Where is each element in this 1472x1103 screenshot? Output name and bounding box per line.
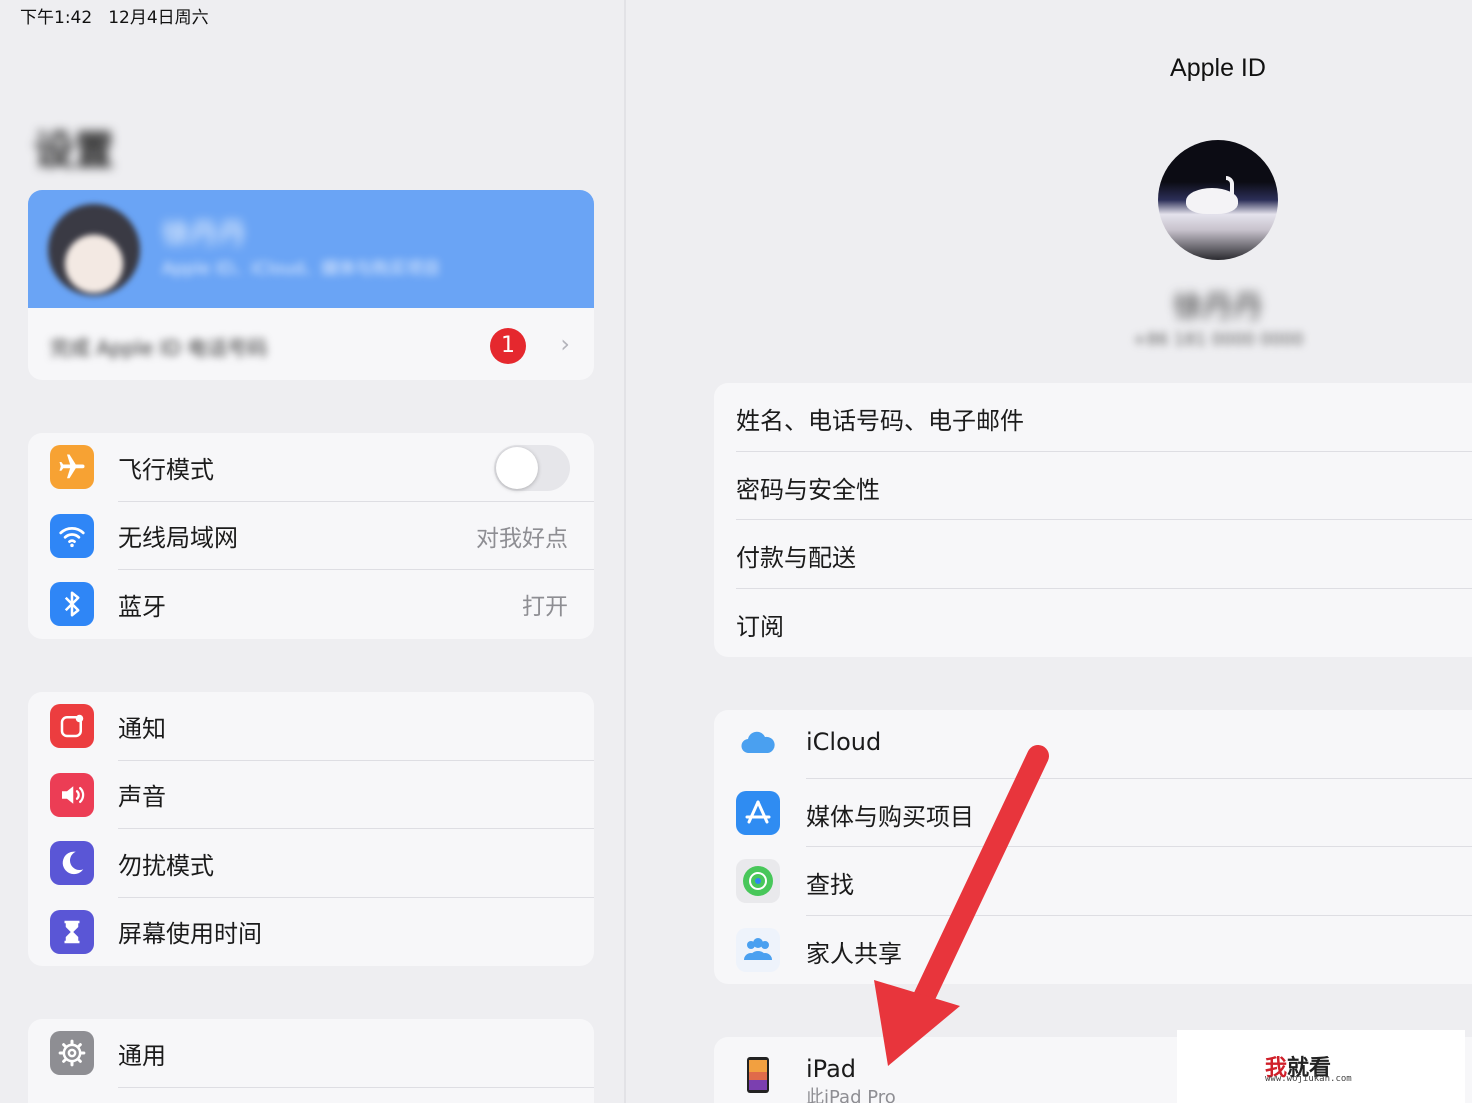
sidebar-item-general[interactable]: 通用 — [28, 1019, 594, 1088]
apple-id-profile-card[interactable]: 徐丹丹 Apple ID、iCloud、媒体与购买项目 — [28, 190, 594, 308]
sidebar-item-do-not-disturb[interactable]: 勿扰模式 — [28, 829, 594, 898]
sidebar-item-wifi[interactable]: 无线局域网 对我好点 — [28, 502, 594, 570]
family-sharing-icon — [736, 927, 780, 972]
sidebar-item-bluetooth[interactable]: 蓝牙 打开 — [28, 570, 594, 639]
find-my-icon — [736, 859, 780, 903]
row-label: iCloud — [806, 728, 882, 756]
airplane-icon — [50, 445, 94, 489]
icloud-row[interactable]: iCloud — [714, 710, 1472, 779]
device-name: iPad — [806, 1055, 857, 1083]
gear-icon — [50, 1031, 94, 1075]
account-name: 徐丹丹 — [1173, 290, 1263, 325]
sidebar-title: 设置 — [34, 128, 114, 174]
row-label: 家人共享 — [806, 939, 902, 968]
sidebar-item-sounds[interactable]: 声音 — [28, 761, 594, 829]
sidebar-item-label: 蓝牙 — [118, 592, 166, 621]
bluetooth-icon — [50, 582, 94, 626]
divider — [118, 1086, 594, 1088]
find-my-row[interactable]: 查找 — [714, 847, 1472, 916]
page-title: Apple ID — [1170, 54, 1266, 82]
swan-neck — [1226, 176, 1234, 204]
profile-photo[interactable] — [1158, 140, 1278, 260]
row-label: 查找 — [806, 871, 854, 899]
sound-icon — [50, 772, 94, 817]
sidebar-item-screen-time[interactable]: 屏幕使用时间 — [28, 898, 594, 967]
row-label: 密码与安全性 — [736, 475, 880, 504]
sidebar-item-label: 通知 — [118, 714, 166, 743]
row-label: 姓名、电话号码、电子邮件 — [736, 407, 1024, 435]
payment-shipping-row[interactable]: 付款与配送 — [714, 520, 1472, 589]
sidebar-item-notifications[interactable]: 通知 — [28, 692, 594, 761]
services-group: iCloud 媒体与购买项目 查找 家人共享 — [714, 710, 1472, 984]
airplane-mode-toggle[interactable] — [494, 445, 570, 491]
connectivity-group: 飞行模式 无线局域网 对我好点 蓝牙 打开 — [28, 433, 594, 639]
suggestion-row[interactable]: 完成 Apple ID 电话号码 1 › — [28, 308, 594, 380]
sidebar-item-label: 声音 — [118, 783, 166, 812]
moon-icon — [50, 841, 94, 885]
row-label: 付款与配送 — [736, 544, 856, 572]
sidebar-item-label: 无线局域网 — [118, 524, 238, 553]
chevron-right-icon: › — [560, 330, 570, 358]
device-subtitle: 此iPad Pro — [806, 1087, 896, 1103]
profile-subtitle: Apple ID、iCloud、媒体与购买项目 — [162, 259, 441, 279]
wifi-icon — [50, 513, 94, 558]
suggestion-text: 完成 Apple ID 电话号码 — [50, 336, 268, 360]
app-store-icon — [736, 790, 780, 835]
sidebar-item-airplane-mode[interactable]: 飞行模式 — [28, 433, 594, 502]
ipad-icon — [736, 1053, 780, 1097]
icloud-icon — [736, 722, 780, 766]
sidebar-item-label: 通用 — [118, 1041, 166, 1070]
toggle-knob — [496, 447, 538, 489]
sidebar-item-label: 勿扰模式 — [118, 851, 214, 880]
notification-icon — [50, 704, 94, 748]
avatar — [48, 204, 140, 296]
general-group: 通用 — [28, 1019, 594, 1103]
notification-badge: 1 — [490, 328, 526, 364]
row-label: 订阅 — [736, 612, 784, 641]
hourglass-icon — [50, 909, 94, 954]
account-info-group: 姓名、电话号码、电子邮件 密码与安全性 付款与配送 订阅 — [714, 383, 1472, 657]
settings-sidebar: 设置 徐丹丹 Apple ID、iCloud、媒体与购买项目 完成 Apple … — [0, 0, 624, 1103]
name-phone-email-row[interactable]: 姓名、电话号码、电子邮件 — [714, 383, 1472, 452]
password-security-row[interactable]: 密码与安全性 — [714, 452, 1472, 520]
watermark-url: www.wojiukan.com — [1265, 1074, 1352, 1084]
sidebar-item-label: 屏幕使用时间 — [118, 920, 262, 949]
notifications-group: 通知 声音 勿扰模式 屏幕使用时间 — [28, 692, 594, 966]
wifi-network-value: 对我好点 — [476, 525, 568, 552]
subscriptions-row[interactable]: 订阅 — [714, 589, 1472, 658]
watermark: 我就看 www.wojiukan.com — [1177, 1030, 1465, 1103]
sidebar-item-label: 飞行模式 — [118, 455, 214, 484]
row-label: 媒体与购买项目 — [806, 802, 974, 831]
profile-name: 徐丹丹 — [162, 217, 247, 250]
family-sharing-row[interactable]: 家人共享 — [714, 916, 1472, 985]
apple-id-detail: Apple ID 徐丹丹 +86 181 0000 0000 姓名、电话号码、电… — [626, 0, 1472, 1103]
media-purchases-row[interactable]: 媒体与购买项目 — [714, 779, 1472, 847]
bluetooth-value: 打开 — [522, 594, 568, 621]
account-email: +86 181 0000 0000 — [1132, 330, 1304, 350]
